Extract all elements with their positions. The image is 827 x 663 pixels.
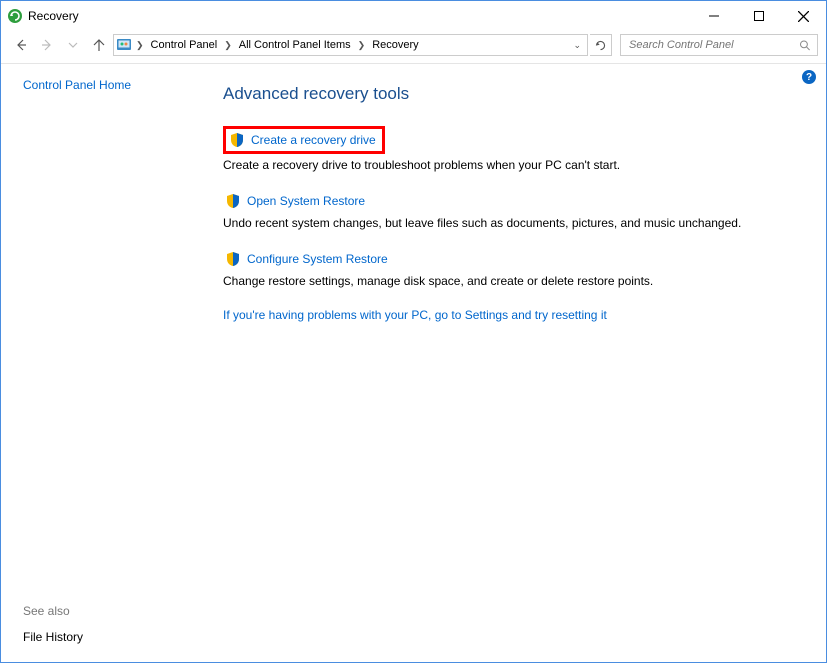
tool-desc: Undo recent system changes, but leave fi…: [223, 216, 814, 230]
address-dropdown[interactable]: ⌄: [569, 40, 585, 51]
tool-link-label: Open System Restore: [247, 194, 365, 208]
chevron-right-icon[interactable]: ❯: [134, 40, 146, 51]
shield-icon: [225, 251, 241, 267]
tool-create-recovery-drive: Create a recovery drive Create a recover…: [223, 126, 814, 172]
tool-desc: Change restore settings, manage disk spa…: [223, 274, 814, 288]
configure-system-restore-link[interactable]: Configure System Restore: [223, 250, 390, 268]
sidebar: Control Panel Home See also File History: [1, 64, 211, 662]
shield-icon: [229, 132, 245, 148]
tool-link-label: Configure System Restore: [247, 252, 388, 266]
up-button[interactable]: [87, 33, 111, 57]
maximize-button[interactable]: [736, 2, 781, 31]
back-button[interactable]: [9, 33, 33, 57]
breadcrumb-recovery[interactable]: Recovery: [369, 39, 421, 51]
breadcrumb-control-panel[interactable]: Control Panel: [148, 39, 221, 51]
recovery-window: Recovery ❯: [0, 0, 827, 663]
main-panel: ? Advanced recovery tools Create a recov…: [211, 64, 826, 662]
see-also-section: See also File History: [23, 604, 211, 662]
breadcrumb-all-items[interactable]: All Control Panel Items: [236, 39, 354, 51]
refresh-button[interactable]: [590, 34, 612, 56]
file-history-link[interactable]: File History: [23, 630, 83, 644]
search-icon: [799, 39, 811, 52]
search-box[interactable]: [620, 34, 818, 56]
nav-row: ❯ Control Panel ❯ All Control Panel Item…: [1, 31, 826, 63]
help-icon[interactable]: ?: [802, 70, 816, 84]
tool-desc: Create a recovery drive to troubleshoot …: [223, 158, 814, 172]
create-recovery-drive-link[interactable]: Create a recovery drive: [223, 126, 385, 154]
see-also-header: See also: [23, 604, 211, 618]
chevron-right-icon[interactable]: ❯: [356, 40, 368, 51]
recovery-app-icon: [7, 8, 23, 24]
minimize-button[interactable]: [691, 2, 736, 31]
window-title: Recovery: [28, 9, 79, 23]
search-input[interactable]: [629, 39, 799, 51]
recent-locations-dropdown[interactable]: [61, 33, 85, 57]
page-heading: Advanced recovery tools: [223, 84, 814, 104]
forward-button[interactable]: [35, 33, 59, 57]
tool-configure-system-restore: Configure System Restore Change restore …: [223, 250, 814, 288]
chevron-right-icon[interactable]: ❯: [222, 40, 234, 51]
titlebar: Recovery: [1, 1, 826, 31]
address-bar[interactable]: ❯ Control Panel ❯ All Control Panel Item…: [113, 34, 588, 56]
tool-open-system-restore: Open System Restore Undo recent system c…: [223, 192, 814, 230]
tool-link-label: Create a recovery drive: [251, 133, 376, 147]
open-system-restore-link[interactable]: Open System Restore: [223, 192, 367, 210]
control-panel-icon: [116, 37, 132, 53]
shield-icon: [225, 193, 241, 209]
control-panel-home-link[interactable]: Control Panel Home: [23, 78, 211, 92]
reset-pc-link[interactable]: If you're having problems with your PC, …: [223, 308, 607, 322]
body: Control Panel Home See also File History…: [1, 64, 826, 662]
close-button[interactable]: [781, 2, 826, 31]
